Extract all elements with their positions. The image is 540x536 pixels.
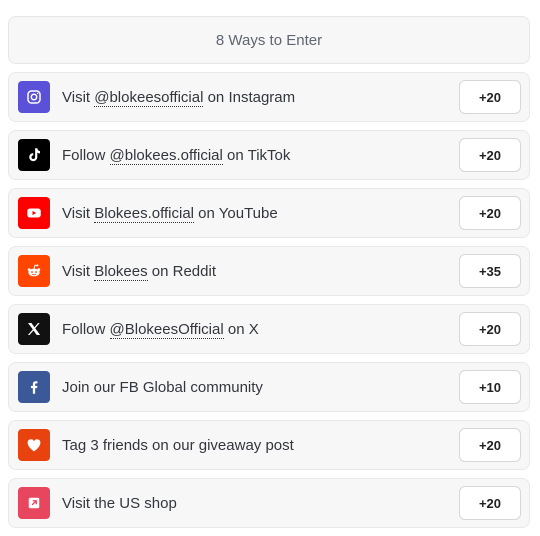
x-icon [18, 313, 50, 345]
facebook-icon [18, 371, 50, 403]
entry-label: Visit Blokees.official on YouTube [62, 204, 459, 223]
entry-points-button[interactable]: +10 [459, 370, 521, 404]
tiktok-icon [18, 139, 50, 171]
entry-label-suffix: on Instagram [203, 88, 296, 106]
entry-account-link[interactable]: Blokees [94, 262, 148, 281]
entry-row-reddit[interactable]: Visit Blokees on Reddit +35 [8, 246, 530, 296]
entry-label-suffix: on Reddit [147, 262, 216, 280]
entry-account-link[interactable]: @blokees.official [109, 146, 223, 165]
entry-row-x[interactable]: Follow @BlokeesOfficial on X +20 [8, 304, 530, 354]
entry-label-prefix: Join our FB Global community [62, 378, 263, 396]
reddit-icon [18, 255, 50, 287]
entry-points-button[interactable]: +20 [459, 80, 521, 114]
entry-row-us-shop[interactable]: Visit the US shop +20 [8, 478, 530, 528]
entry-label-prefix: Visit the US shop [62, 494, 177, 512]
entry-label-prefix: Visit [62, 262, 95, 280]
instagram-icon [18, 81, 50, 113]
entry-label: Tag 3 friends on our giveaway post [62, 437, 459, 454]
entry-row-instagram[interactable]: Visit @blokeesofficial on Instagram +20 [8, 72, 530, 122]
entry-account-link[interactable]: @BlokeesOfficial [109, 320, 224, 339]
entry-label: Follow @blokees.official on TikTok [62, 146, 459, 165]
entry-row-tiktok[interactable]: Follow @blokees.official on TikTok +20 [8, 130, 530, 180]
entry-label-suffix: on X [223, 320, 259, 338]
entry-methods-title: 8 Ways to Enter [215, 31, 323, 49]
entry-methods-header: 8 Ways to Enter [8, 16, 530, 64]
entry-label: Visit the US shop [62, 495, 459, 512]
entry-label-suffix: on YouTube [194, 204, 278, 222]
entry-points-button[interactable]: +20 [459, 312, 521, 346]
entry-points-button[interactable]: +20 [459, 196, 521, 230]
entry-account-link[interactable]: Blokees.official [94, 204, 195, 223]
youtube-icon [18, 197, 50, 229]
entry-label-suffix: on TikTok [222, 146, 291, 164]
entry-points-button[interactable]: +35 [459, 254, 521, 288]
entry-points-button[interactable]: +20 [459, 138, 521, 172]
entry-methods-widget: 8 Ways to Enter Visit @blokeesofficial o… [0, 0, 540, 536]
entry-label-prefix: Follow [62, 146, 110, 164]
entry-points-button[interactable]: +20 [459, 428, 521, 462]
entry-row-youtube[interactable]: Visit Blokees.official on YouTube +20 [8, 188, 530, 238]
external-link-icon [18, 487, 50, 519]
entry-points-button[interactable]: +20 [459, 486, 521, 520]
entry-label: Join our FB Global community [62, 379, 459, 396]
entry-label-prefix: Visit [62, 88, 95, 106]
entry-label-prefix: Tag 3 friends on our giveaway post [62, 436, 294, 454]
entry-row-tag-friends[interactable]: Tag 3 friends on our giveaway post +20 [8, 420, 530, 470]
heart-icon [18, 429, 50, 461]
entry-label-prefix: Follow [62, 320, 110, 338]
entry-label: Visit Blokees on Reddit [62, 262, 459, 281]
entry-row-facebook[interactable]: Join our FB Global community +10 [8, 362, 530, 412]
entry-account-link[interactable]: @blokeesofficial [94, 88, 204, 107]
entry-label: Follow @BlokeesOfficial on X [62, 320, 459, 339]
entry-label-prefix: Visit [62, 204, 95, 222]
entry-label: Visit @blokeesofficial on Instagram [62, 88, 459, 107]
